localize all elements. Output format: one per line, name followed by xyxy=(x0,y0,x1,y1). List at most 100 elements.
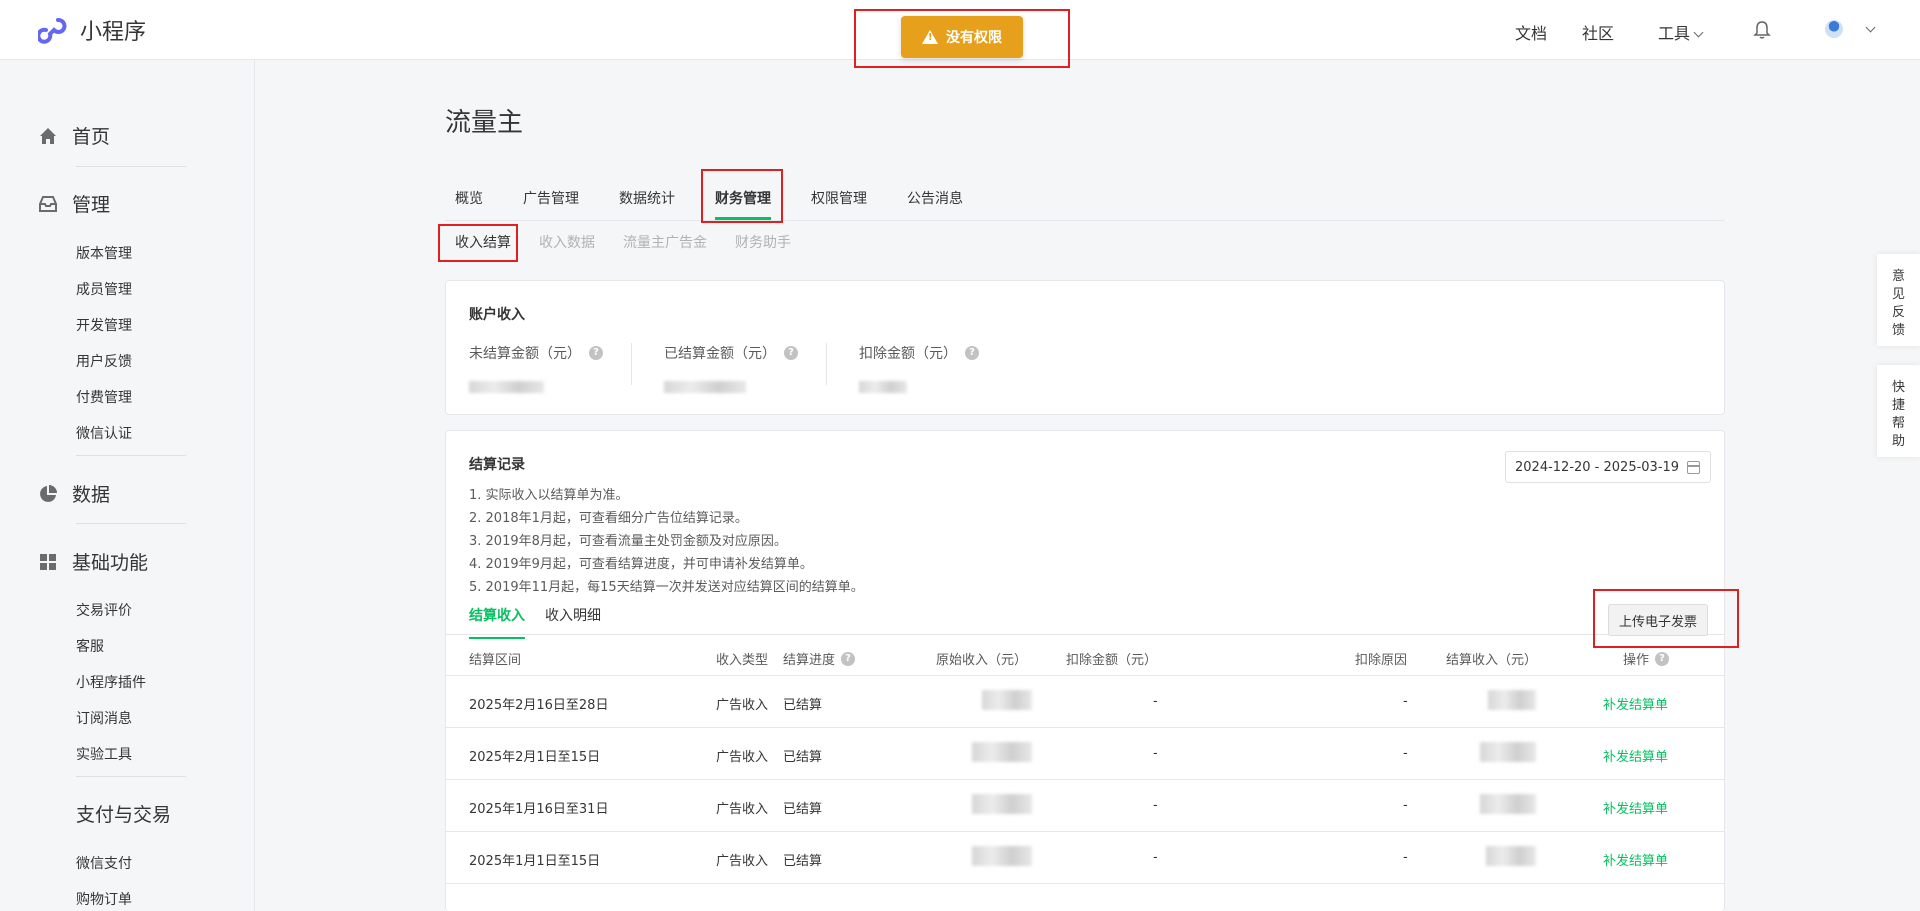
tab-settlement-income[interactable]: 结算收入 xyxy=(469,605,525,639)
sidebar-item-orders[interactable]: 购物订单 xyxy=(76,889,132,909)
subtab-ad-funds[interactable]: 流量主广告金 xyxy=(623,232,707,252)
chevron-down-icon[interactable] xyxy=(1865,22,1876,33)
sidebar-item-manage[interactable]: 管理 xyxy=(38,190,110,217)
sidebar-item-label: 支付与交易 xyxy=(76,804,172,826)
sidebar-item-feedback[interactable]: 用户反馈 xyxy=(76,351,132,371)
help-icon[interactable]: ? xyxy=(1655,651,1670,666)
redacted-value xyxy=(982,690,1032,710)
table-row: 2025年1月1日至15日 广告收入 已结算 - - 补发结算单 xyxy=(446,832,1724,884)
sidebar-item-version[interactable]: 版本管理 xyxy=(76,243,132,263)
sidebar-item-payment-mgmt[interactable]: 付费管理 xyxy=(76,387,132,407)
subtab-finance-assistant[interactable]: 财务助手 xyxy=(735,232,791,252)
redacted-value xyxy=(1480,794,1536,814)
divider xyxy=(76,776,186,777)
cell-deduction: - xyxy=(1153,694,1158,709)
sidebar-item-basic[interactable]: 基础功能 xyxy=(38,548,148,575)
help-icon[interactable]: ? xyxy=(965,346,979,360)
cell-settled-income xyxy=(1480,742,1536,762)
column-header: 结算进度? xyxy=(783,649,856,668)
feedback-float-button[interactable]: 意见反馈 xyxy=(1877,254,1920,346)
nav-docs-link[interactable]: 文档 xyxy=(1515,20,1547,44)
metric-label: 未结算金额（元） xyxy=(469,346,581,362)
cell-original-income xyxy=(972,742,1032,762)
chevron-down-icon xyxy=(1693,27,1704,38)
cell-type: 广告收入 xyxy=(716,750,769,765)
avatar[interactable] xyxy=(1825,20,1843,38)
tab-overview[interactable]: 概览 xyxy=(455,188,483,208)
cell-original-income xyxy=(972,846,1032,866)
cell-type: 广告收入 xyxy=(716,854,769,869)
sidebar-item-label: 管理 xyxy=(72,194,111,216)
sidebar-item-reviews[interactable]: 交易评价 xyxy=(76,600,132,620)
cell-status: 已结算 xyxy=(783,854,823,869)
note-item: 3. 2019年8月起，可查看流量主处罚金额及对应原因。 xyxy=(469,534,787,549)
redacted-value xyxy=(664,381,746,393)
nav-tools-menu[interactable]: 工具 xyxy=(1658,20,1704,44)
reissue-statement-link[interactable]: 补发结算单 xyxy=(1603,746,1668,765)
sidebar-item-label: 基础功能 xyxy=(72,552,149,574)
cell-period: 2025年2月16日至28日 xyxy=(469,698,609,713)
cell-settled-income xyxy=(1486,846,1536,866)
sidebar-item-plugins[interactable]: 小程序插件 xyxy=(76,672,146,692)
note-item: 4. 2019年9月起，可查看结算进度，并可申请补发结算单。 xyxy=(469,557,813,572)
redacted-value xyxy=(1486,846,1536,866)
tab-statistics[interactable]: 数据统计 xyxy=(619,188,675,208)
reissue-statement-link[interactable]: 补发结算单 xyxy=(1603,798,1668,817)
home-icon xyxy=(40,127,56,144)
tab-permissions[interactable]: 权限管理 xyxy=(811,188,867,208)
logo[interactable]: 小程序 xyxy=(38,14,146,46)
sidebar-item-experiment[interactable]: 实验工具 xyxy=(76,744,132,764)
nav-community-link[interactable]: 社区 xyxy=(1582,20,1614,44)
sidebar-item-dev[interactable]: 开发管理 xyxy=(76,315,132,335)
table-row: 2025年2月1日至15日 广告收入 已结算 - - 补发结算单 xyxy=(446,728,1724,780)
help-icon[interactable]: ? xyxy=(784,346,798,360)
cell-original-income xyxy=(972,794,1032,814)
reissue-statement-link[interactable]: 补发结算单 xyxy=(1603,850,1668,869)
cell-reason: - xyxy=(1403,746,1408,761)
quick-help-float-button[interactable]: 快捷帮助 xyxy=(1877,365,1920,457)
help-icon[interactable]: ? xyxy=(589,346,603,360)
sidebar-item-wechat-pay[interactable]: 微信支付 xyxy=(76,853,132,873)
sidebar-item-label: 数据 xyxy=(72,484,111,506)
records-tabs: 结算收入 收入明细 xyxy=(446,595,1724,639)
sidebar-item-pay-trade[interactable]: 支付与交易 xyxy=(38,800,171,827)
table-row: 2025年1月16日至31日 广告收入 已结算 - - 补发结算单 xyxy=(446,780,1724,832)
help-icon[interactable]: ? xyxy=(841,651,856,666)
cell-deduction: - xyxy=(1153,746,1158,761)
cell-type: 广告收入 xyxy=(716,802,769,817)
sidebar-item-service[interactable]: 客服 xyxy=(76,636,104,656)
sidebar-item-subscribe[interactable]: 订阅消息 xyxy=(76,708,132,728)
redacted-value xyxy=(469,381,544,393)
highlight-box xyxy=(701,169,783,223)
notes-list: 1. 实际收入以结算单为准。 2. 2018年1月起，可查看细分广告位结算记录。… xyxy=(469,484,864,599)
cell-type: 广告收入 xyxy=(716,698,769,713)
notification-bell-icon[interactable] xyxy=(1753,20,1771,40)
column-header: 收入类型 xyxy=(716,653,769,668)
grid-icon xyxy=(40,553,56,570)
tab-ad-management[interactable]: 广告管理 xyxy=(523,188,579,208)
sidebar-item-members[interactable]: 成员管理 xyxy=(76,279,132,299)
column-header: 结算区间 xyxy=(469,653,522,668)
divider xyxy=(76,166,186,167)
column-header: 结算收入（元） xyxy=(1446,653,1538,668)
settlement-records-card: 结算记录 2024-12-20 - 2025-03-19 1. 实际收入以结算单… xyxy=(445,430,1725,911)
note-item: 2. 2018年1月起，可查看细分广告位结算记录。 xyxy=(469,511,748,526)
metric-deducted: 扣除金额（元）? xyxy=(859,343,979,397)
no-permission-toast: 没有权限 xyxy=(901,16,1023,58)
tab-announcements[interactable]: 公告消息 xyxy=(907,188,963,208)
sidebar-item-data[interactable]: 数据 xyxy=(38,480,110,507)
reissue-statement-link[interactable]: 补发结算单 xyxy=(1603,694,1668,713)
inbox-icon xyxy=(39,195,57,212)
column-header-label: 结算进度 xyxy=(783,653,836,668)
nav-tools-label: 工具 xyxy=(1658,24,1691,43)
date-range-picker[interactable]: 2024-12-20 - 2025-03-19 xyxy=(1505,451,1711,483)
sidebar-item-home[interactable]: 首页 xyxy=(38,122,110,149)
cell-original-income xyxy=(982,690,1032,710)
tab-income-detail[interactable]: 收入明细 xyxy=(545,605,601,625)
metric-label: 扣除金额（元） xyxy=(859,346,957,362)
cell-deduction: - xyxy=(1153,850,1158,865)
cell-status: 已结算 xyxy=(783,698,823,713)
cell-settled-income xyxy=(1488,690,1536,710)
subtab-income-data[interactable]: 收入数据 xyxy=(539,232,595,252)
sidebar-item-wechat-auth[interactable]: 微信认证 xyxy=(76,423,132,443)
